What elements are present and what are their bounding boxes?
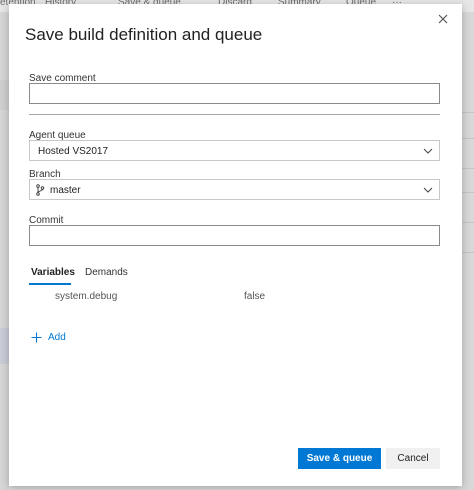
variable-name: system.debug (55, 291, 118, 302)
background-right-panel (462, 12, 474, 490)
chevron-down-icon (423, 187, 433, 193)
agent-queue-value: Hosted VS2017 (38, 146, 109, 157)
cancel-button[interactable]: Cancel (386, 448, 440, 469)
branch-value: master (50, 185, 81, 196)
close-icon (438, 14, 448, 24)
active-tab-indicator (29, 283, 71, 285)
save-queue-button[interactable]: Save & queue (298, 448, 381, 469)
commit-input[interactable] (29, 225, 440, 246)
section-divider (29, 114, 440, 115)
branch-select[interactable]: master (29, 179, 440, 200)
add-variable-label: Add (48, 332, 66, 343)
background-left-panel (0, 12, 9, 490)
bg-left-block (0, 80, 9, 110)
bg-left-selected (0, 328, 9, 364)
dialog-title: Save build definition and queue (25, 25, 263, 44)
plus-icon (31, 332, 42, 343)
tab-variables[interactable]: Variables (31, 267, 75, 278)
chevron-down-icon (423, 148, 433, 154)
close-button[interactable] (437, 13, 449, 25)
tab-demands[interactable]: Demands (85, 267, 128, 278)
agent-queue-select[interactable]: Hosted VS2017 (29, 140, 440, 161)
save-comment-input[interactable] (29, 83, 440, 104)
branch-icon (36, 184, 45, 196)
save-queue-dialog: Save build definition and queue Save com… (9, 4, 462, 486)
variable-value[interactable]: false (244, 291, 265, 302)
table-row: system.debug false (29, 291, 440, 307)
